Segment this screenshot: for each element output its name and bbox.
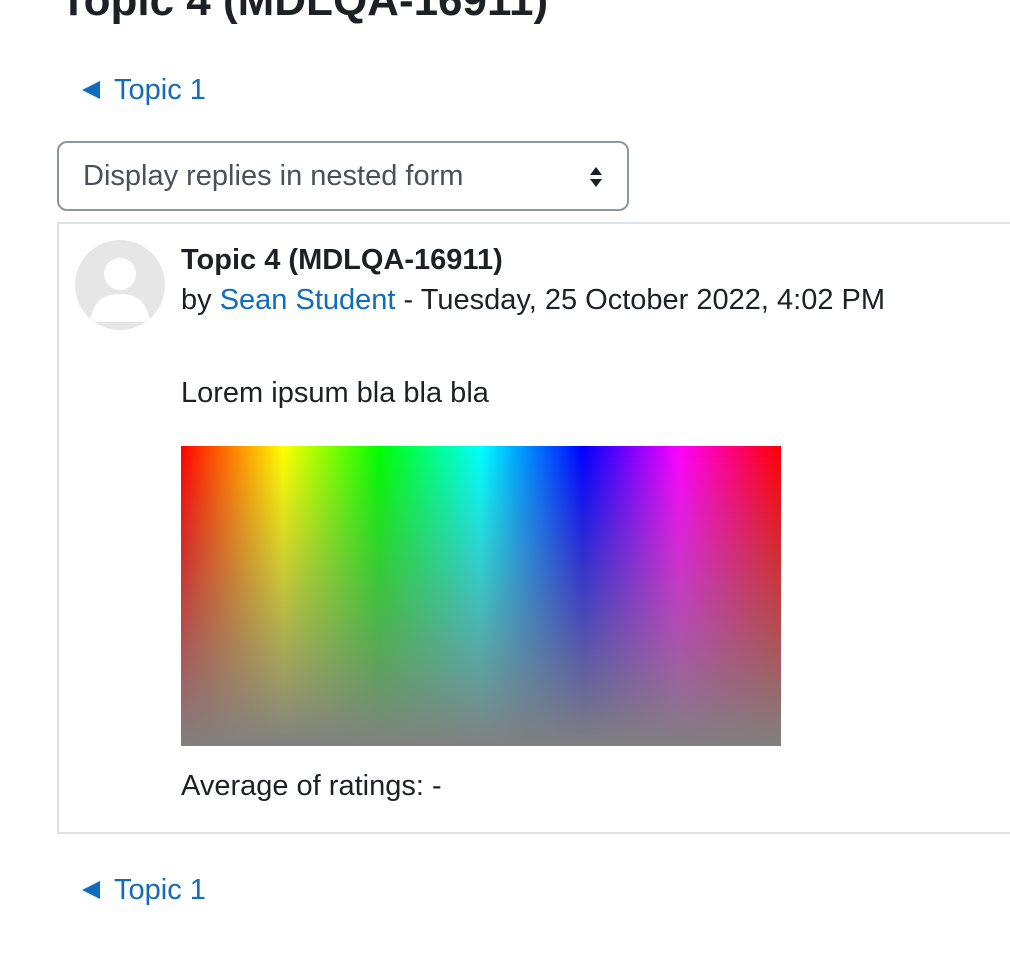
ratings-average: Average of ratings: - — [181, 770, 442, 802]
author-link[interactable]: Sean Student — [220, 284, 396, 316]
byline-separator: - — [403, 284, 414, 316]
avatar[interactable] — [75, 240, 165, 330]
display-mode-select[interactable]: Display replies in nested form — [57, 141, 629, 211]
default-user-icon — [90, 258, 150, 322]
post-byline: by Sean Student - Tuesday, 25 October 20… — [181, 282, 885, 318]
prev-discussion-link-top[interactable]: Topic 1 — [82, 72, 206, 108]
byline-prefix: by — [181, 284, 212, 316]
prev-discussion-label: Topic 1 — [114, 74, 206, 106]
forum-post: Topic 4 (MDLQA-16911) by Sean Student - … — [57, 222, 1010, 834]
post-subject: Topic 4 (MDLQA-16911) — [181, 244, 503, 276]
triangle-left-icon — [82, 81, 100, 99]
display-mode-value: Display replies in nested form — [83, 159, 464, 192]
prev-discussion-link-bottom[interactable]: Topic 1 — [82, 872, 206, 908]
sort-caret-icon — [590, 167, 602, 187]
triangle-left-icon — [82, 881, 100, 899]
post-message: Lorem ipsum bla bla bla — [181, 377, 489, 409]
prev-discussion-label: Topic 1 — [114, 874, 206, 906]
page-title: Topic 4 (MDLQA-16911) — [60, 0, 549, 25]
post-image — [181, 446, 781, 746]
post-date: Tuesday, 25 October 2022, 4:02 PM — [420, 284, 886, 316]
